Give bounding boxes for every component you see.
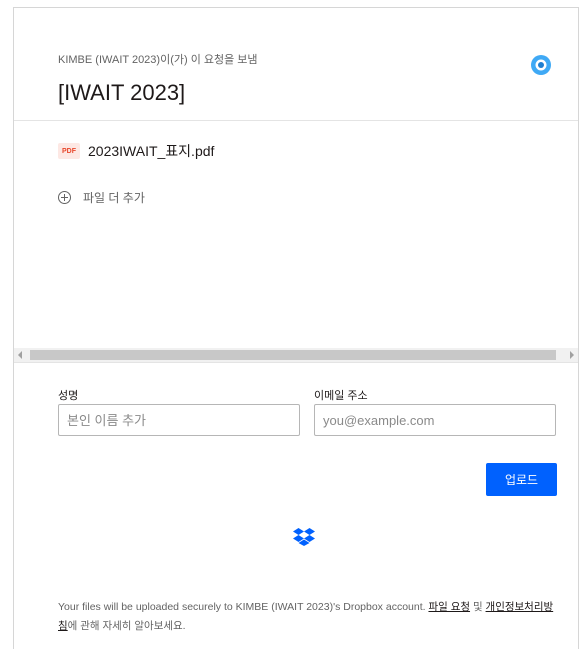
footer-text-prefix: Your files will be uploaded securely to … [58, 601, 426, 613]
sender-text: KIMBE (IWAIT 2023)이(가) 이 요청을 보냄 [58, 54, 258, 66]
upload-form: 성명 이메일 주소 업로드 Your files will be uploade… [14, 362, 578, 653]
file-request-link[interactable]: 파일 요청 [428, 601, 470, 613]
email-input[interactable] [314, 404, 556, 436]
dropbox-logo-icon [293, 528, 315, 546]
plus-circle-icon [58, 190, 71, 204]
email-label: 이메일 주소 [314, 390, 368, 402]
request-header: KIMBE (IWAIT 2023)이(가) 이 요청을 보냄 [IWAIT 2… [14, 8, 578, 121]
footer-notice: Your files will be uploaded securely to … [58, 598, 558, 636]
name-input[interactable] [58, 404, 300, 436]
scroll-left-icon[interactable] [18, 351, 22, 359]
scroll-right-icon[interactable] [570, 351, 574, 359]
add-more-files-label: 파일 더 추가 [83, 190, 145, 205]
horizontal-scrollbar[interactable] [14, 348, 578, 362]
request-title: [IWAIT 2023] [58, 80, 186, 105]
footer-text-suffix: 에 관해 자세히 알아보세요. [67, 620, 186, 632]
requester-logo-icon [531, 55, 551, 75]
add-more-files-button[interactable]: 파일 더 추가 [58, 188, 145, 206]
pdf-file-icon: PDF [58, 143, 80, 159]
scrollbar-thumb[interactable] [30, 350, 556, 360]
file-list: PDF 2023IWAIT_표지.pdf 파일 더 추가 [14, 120, 578, 348]
upload-button[interactable]: 업로드 [486, 463, 557, 496]
name-label: 성명 [58, 390, 79, 402]
file-request-panel: KIMBE (IWAIT 2023)이(가) 이 요청을 보냄 [IWAIT 2… [13, 7, 579, 649]
file-item: PDF 2023IWAIT_표지.pdf [58, 142, 214, 160]
file-name: 2023IWAIT_표지.pdf [88, 143, 215, 159]
footer-conjunction: 및 [472, 601, 483, 613]
